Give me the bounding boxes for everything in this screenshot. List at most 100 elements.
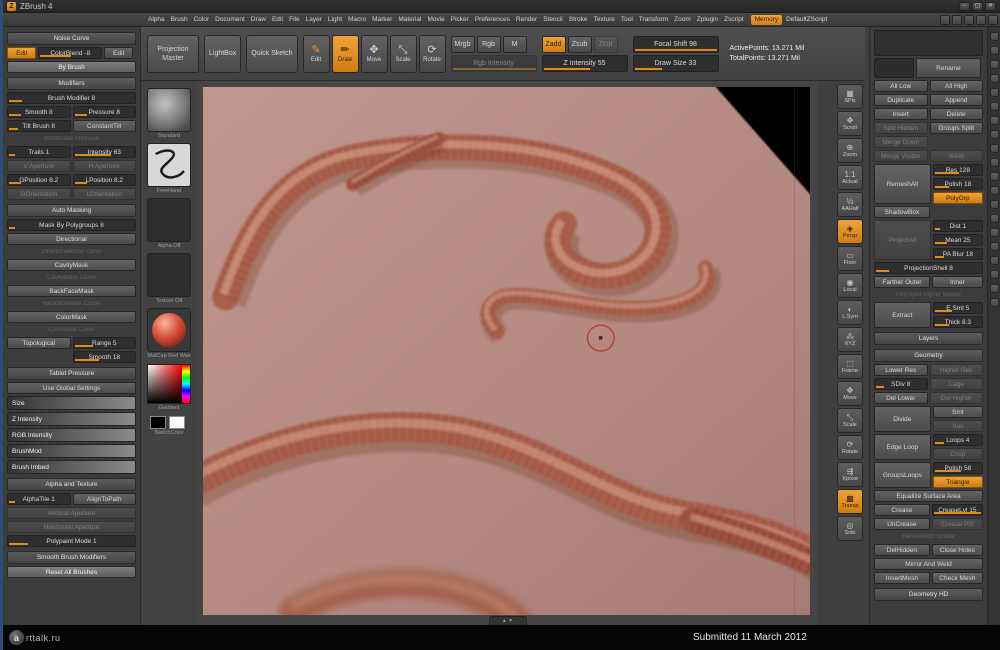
dock-icon[interactable] [990, 88, 999, 97]
slider-polish-58[interactable]: Polish 58 [933, 462, 983, 474]
menu-tool[interactable]: Tool [618, 16, 636, 23]
maximize-button[interactable]: ▢ [972, 2, 983, 11]
hue-strip[interactable] [182, 365, 190, 403]
button-groups-split[interactable]: Groups Split [930, 122, 984, 134]
xpose-shelf-button[interactable]: ⇶Xpose [837, 462, 863, 487]
slider-mean-25[interactable]: Mean 25 [933, 234, 983, 246]
menu-movie[interactable]: Movie [424, 16, 447, 23]
subtool-thumbnail[interactable] [874, 58, 914, 78]
menu-preferences[interactable]: Preferences [472, 16, 513, 23]
slider-alphatile-1[interactable]: AlphaTile 1 [7, 493, 71, 505]
brush-thumbnail[interactable] [147, 88, 191, 132]
section-noise-curve[interactable]: Noise Curve [7, 32, 136, 45]
zoom-shelf-button[interactable]: ⊕Zoom [837, 138, 863, 163]
slider-mask-by-polygroups-8[interactable]: Mask By Polygroups 8 [7, 219, 136, 231]
slider-dist-1[interactable]: Dist 1 [933, 220, 983, 232]
button-horizontal-aperture[interactable]: Horizontal Aperture [7, 521, 136, 533]
menu-stroke[interactable]: Stroke [566, 16, 591, 23]
button-lorientation[interactable]: LOrientation [73, 188, 137, 200]
color-picker[interactable] [147, 364, 191, 404]
draw-size-slider[interactable]: Draw Size 33 [633, 55, 719, 72]
menu-zscript[interactable]: Zscript [721, 16, 747, 23]
rgb-button[interactable]: Rgb [477, 36, 501, 53]
button-equalize-surface-area[interactable]: Equalize Surface Area [874, 490, 983, 502]
canvas-area[interactable]: ▲ ▼ [197, 81, 818, 625]
z-intensity-slider[interactable]: Z Intensity 55 [542, 55, 628, 72]
quick-sketch-button[interactable]: Quick Sketch [246, 35, 297, 73]
slider-thick-8-3[interactable]: Thick 8.3 [933, 316, 983, 328]
button-crisp[interactable]: Crisp [933, 448, 983, 460]
button-uncrease[interactable]: UnCrease [874, 518, 930, 530]
disk-icon[interactable] [976, 15, 986, 25]
menu-texture[interactable]: Texture [591, 16, 618, 23]
slider-pressure-8[interactable]: Pressure 8 [73, 106, 137, 118]
dock-icon[interactable] [990, 242, 999, 251]
sculpt-document[interactable] [203, 87, 810, 615]
projection-master-button[interactable]: Projection Master [147, 35, 199, 73]
button-inner[interactable]: Inner [932, 276, 983, 288]
button-insert[interactable]: Insert [874, 108, 928, 120]
slider-e-smt-5[interactable]: E Smt 5 [933, 302, 983, 314]
local-shelf-button[interactable]: ◉Local [837, 273, 863, 298]
frame-shelf-button[interactable]: ⬚Frame [837, 354, 863, 379]
zadd-button[interactable]: Zadd [542, 36, 566, 53]
aahalf-shelf-button[interactable]: ½AAHalf [837, 192, 863, 217]
focal-shift-slider[interactable]: Focal Shift 98 [633, 36, 719, 53]
dock-icon[interactable] [990, 172, 999, 181]
section-geometry[interactable]: Geometry [874, 349, 983, 362]
dock-icon[interactable] [990, 116, 999, 125]
button-groupsloops[interactable]: GroupsLoops [874, 462, 931, 488]
section-modifiers[interactable]: Modifiers [7, 77, 136, 90]
slider-creaselvl-15[interactable]: CreaseLvl 15 [932, 504, 983, 516]
rotate-button[interactable]: ⟳ Rotate [419, 35, 446, 73]
rgb-intensity-slider[interactable]: Rgb Intensity [451, 55, 537, 72]
menu-transform[interactable]: Transform [636, 16, 671, 23]
button-delete[interactable]: Delete [930, 108, 984, 120]
mrgb-button[interactable]: Mrgb [451, 36, 475, 53]
button-constanttilt[interactable]: ConstantTilt [73, 120, 137, 132]
button-mirror-and-weld[interactable]: Mirror And Weld [874, 558, 983, 570]
button-triangle[interactable]: Triangle [933, 476, 983, 488]
gradient-label[interactable]: Gradient [141, 405, 197, 412]
menu-material[interactable]: Material [395, 16, 424, 23]
button-merge-down[interactable]: Merge Down [874, 136, 928, 148]
button-divide[interactable]: Divide [874, 406, 931, 432]
button-insertmesh[interactable]: InsertMesh [874, 572, 930, 584]
scale-shelf-button[interactable]: ⤡Scale [837, 408, 863, 433]
dock-icon[interactable] [990, 46, 999, 55]
slider-range-5[interactable]: Range 5 [73, 337, 137, 349]
dock-icon[interactable] [990, 74, 999, 83]
slider-intensity-63[interactable]: Intensity 63 [73, 146, 137, 158]
subtool-list[interactable] [874, 30, 983, 56]
menu-color[interactable]: Color [191, 16, 213, 23]
menu-macro[interactable]: Macro [345, 16, 369, 23]
button-append[interactable]: Append [930, 94, 984, 106]
menu-zplugin[interactable]: Zplugin [694, 16, 721, 23]
button-delhidden[interactable]: DelHidden [874, 544, 930, 556]
button-merge-visible[interactable]: Merge Visible [874, 150, 928, 162]
section-tablet-pressure[interactable]: Tablet Pressure [7, 367, 136, 380]
saturation-value-area[interactable] [148, 365, 182, 403]
button-all-low[interactable]: All Low [874, 80, 928, 92]
button-edge-loop[interactable]: Edge Loop [874, 434, 931, 460]
edit-button[interactable]: ✎ Edit [303, 35, 330, 73]
floor-shelf-button[interactable]: ▭Floor [837, 246, 863, 271]
slider-lposition-8-2[interactable]: LPosition 8.2 [73, 174, 137, 186]
minimize-button[interactable]: – [959, 2, 970, 11]
move-shelf-button[interactable]: ✥Move [837, 381, 863, 406]
section-layers[interactable]: Layers [874, 332, 983, 345]
main-color-swatch[interactable] [150, 416, 166, 429]
secondary-color-swatch[interactable] [169, 416, 185, 429]
alpha-thumbnail[interactable] [147, 198, 191, 242]
slider-trails-1[interactable]: Trails 1 [7, 146, 71, 158]
slider-smooth-8[interactable]: Smooth 8 [7, 106, 71, 118]
dock-icon[interactable] [990, 102, 999, 111]
button-cavitymask[interactable]: CavityMask [7, 259, 136, 271]
doc-icon[interactable] [964, 15, 974, 25]
memory-badge[interactable]: Memory [751, 15, 782, 25]
actual-shelf-button[interactable]: 1:1Actual [837, 165, 863, 190]
dock-icon[interactable] [990, 144, 999, 153]
slider-polypaint-mode-1[interactable]: Polypaint Mode 1 [7, 535, 136, 547]
dock-icon[interactable] [990, 158, 999, 167]
button-remeshall[interactable]: RemeshAll [874, 164, 931, 204]
